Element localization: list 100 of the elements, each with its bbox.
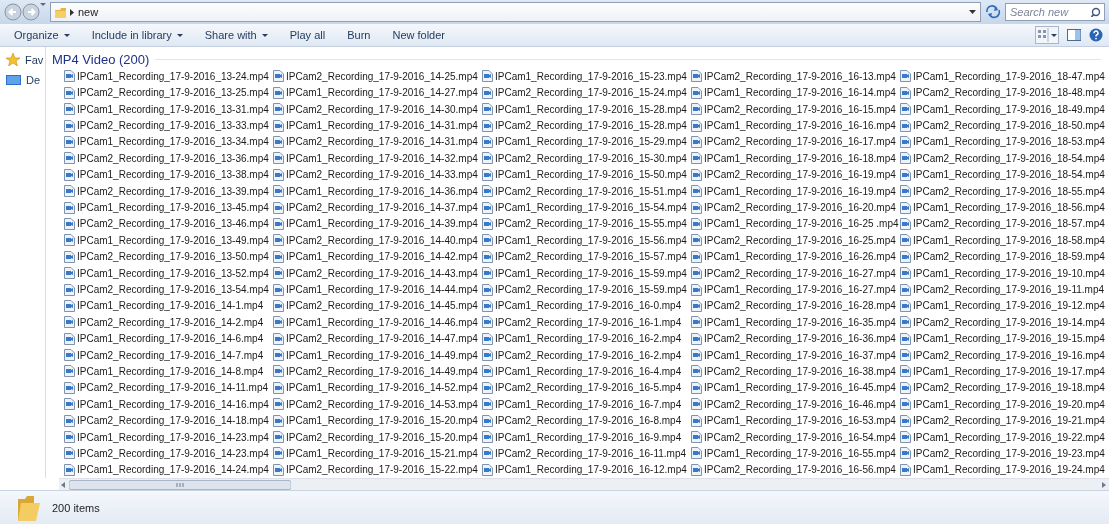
preview-pane-icon[interactable] — [1067, 29, 1081, 41]
file-name[interactable]: IPCam1_Recording_17-9-2016_16-37.mp4 — [704, 349, 896, 361]
toolbar-button[interactable]: Include in library — [83, 27, 191, 43]
file-name[interactable]: IPCam2_Recording_17-9-2016_15-51.mp4 — [495, 185, 687, 197]
file-name[interactable]: IPCam2_Recording_17-9-2016_14-37.mp4 — [286, 202, 478, 214]
file-name[interactable]: IPCam1_Recording_17-9-2016_19-10.mp4 — [913, 267, 1105, 279]
file-name[interactable]: IPCam1_Recording_17-9-2016_14-24.mp4 — [77, 464, 269, 476]
scrollbar-thumb[interactable] — [69, 479, 291, 490]
forward-button[interactable] — [22, 3, 40, 21]
group-header[interactable]: MP4 Video (200) — [52, 52, 150, 68]
search-icon[interactable] — [1091, 7, 1101, 17]
file-name[interactable]: IPCam1_Recording_17-9-2016_14-6.mp4 — [77, 333, 264, 345]
file-name[interactable]: IPCam1_Recording_17-9-2016_19-20.mp4 — [913, 398, 1105, 410]
help-icon[interactable] — [1089, 28, 1103, 42]
file-name[interactable]: IPCam1_Recording_17-9-2016_15-29.mp4 — [495, 136, 687, 148]
file-name[interactable]: IPCam2_Recording_17-9-2016_16-15.mp4 — [704, 103, 896, 115]
file-name[interactable]: IPCam1_Recording_17-9-2016_14-46.mp4 — [286, 316, 478, 328]
file-name[interactable]: IPCam1_Recording_17-9-2016_19-22.mp4 — [913, 431, 1105, 443]
file-name[interactable]: IPCam1_Recording_17-9-2016_16-25 .mp4 — [704, 218, 899, 230]
file-name[interactable]: IPCam1_Recording_17-9-2016_16-19.mp4 — [704, 185, 896, 197]
file-name[interactable]: IPCam2_Recording_17-9-2016_15-28.mp4 — [495, 120, 687, 132]
file-name[interactable]: IPCam1_Recording_17-9-2016_14-32.mp4 — [286, 152, 478, 164]
file-name[interactable]: IPCam2_Recording_17-9-2016_16-28.mp4 — [704, 300, 896, 312]
toolbar-button[interactable]: New folder — [384, 27, 453, 43]
file-name[interactable]: IPCam1_Recording_17-9-2016_14-16.mp4 — [77, 398, 269, 410]
file-name[interactable]: IPCam1_Recording_17-9-2016_14-36.mp4 — [286, 185, 478, 197]
file-name[interactable]: IPCam1_Recording_17-9-2016_13-34.mp4 — [77, 136, 269, 148]
file-name[interactable]: IPCam2_Recording_17-9-2016_16-20.mp4 — [704, 202, 896, 214]
file-name[interactable]: IPCam2_Recording_17-9-2016_18-50.mp4 — [913, 120, 1105, 132]
file-name[interactable]: IPCam2_Recording_17-9-2016_19-21.mp4 — [913, 415, 1105, 427]
file-name[interactable]: IPCam1_Recording_17-9-2016_14-23.mp4 — [77, 431, 269, 443]
file-name[interactable]: IPCam2_Recording_17-9-2016_16-19.mp4 — [704, 169, 896, 181]
file-name[interactable]: IPCam2_Recording_17-9-2016_14-2.mp4 — [77, 316, 264, 328]
file-name[interactable]: IPCam2_Recording_17-9-2016_15-59.mp4 — [495, 284, 687, 295]
file-name[interactable]: IPCam2_Recording_17-9-2016_16-1.mp4 — [495, 316, 682, 328]
file-name[interactable]: IPCam1_Recording_17-9-2016_15-56.mp4 — [495, 234, 687, 246]
toolbar-button[interactable]: Burn — [339, 27, 379, 43]
file-name[interactable]: IPCam1_Recording_17-9-2016_15-54.mp4 — [495, 202, 687, 214]
recent-pages-caret-icon[interactable] — [40, 3, 46, 6]
file-name[interactable]: IPCam1_Recording_17-9-2016_14-1.mp4 — [77, 300, 264, 312]
file-name[interactable]: IPCam2_Recording_17-9-2016_19-16.mp4 — [913, 349, 1105, 361]
file-name[interactable]: IPCam2_Recording_17-9-2016_15-24.mp4 — [495, 87, 687, 99]
search-field[interactable]: Search new — [1005, 3, 1105, 21]
file-name[interactable]: IPCam1_Recording_17-9-2016_13-31.mp4 — [77, 103, 269, 115]
file-name[interactable]: IPCam1_Recording_17-9-2016_16-27.mp4 — [704, 284, 896, 295]
file-name[interactable]: IPCam2_Recording_17-9-2016_16-2.mp4 — [495, 349, 682, 361]
file-name[interactable]: IPCam2_Recording_17-9-2016_14-33.mp4 — [286, 169, 478, 181]
navigation-item[interactable]: Fav — [25, 53, 44, 66]
file-name[interactable]: IPCam1_Recording_17-9-2016_13-52.mp4 — [77, 267, 269, 279]
file-name[interactable]: IPCam2_Recording_17-9-2016_16-46.mp4 — [704, 398, 896, 410]
file-name[interactable]: IPCam2_Recording_17-9-2016_16-25.mp4 — [704, 234, 896, 246]
refresh-icon[interactable] — [985, 4, 1001, 20]
file-name[interactable]: IPCam2_Recording_17-9-2016_14-25.mp4 — [286, 70, 478, 82]
file-name[interactable]: IPCam1_Recording_17-9-2016_18-53.mp4 — [913, 136, 1105, 148]
file-name[interactable]: IPCam1_Recording_17-9-2016_16-4.mp4 — [495, 365, 682, 377]
file-name[interactable]: IPCam1_Recording_17-9-2016_16-2.mp4 — [495, 333, 682, 345]
view-options-button[interactable] — [1035, 26, 1059, 44]
file-name[interactable]: IPCam2_Recording_17-9-2016_14-7.mp4 — [77, 349, 264, 361]
file-name[interactable]: IPCam1_Recording_17-9-2016_18-47.mp4 — [913, 70, 1105, 82]
file-name[interactable]: IPCam1_Recording_17-9-2016_16-0.mp4 — [495, 300, 682, 312]
file-name[interactable]: IPCam1_Recording_17-9-2016_19-17.mp4 — [913, 365, 1105, 377]
file-name[interactable]: IPCam2_Recording_17-9-2016_13-50.mp4 — [77, 251, 269, 263]
file-name[interactable]: IPCam2_Recording_17-9-2016_13-33.mp4 — [77, 120, 269, 132]
file-name[interactable]: IPCam1_Recording_17-9-2016_14-39.mp4 — [286, 218, 478, 230]
back-button[interactable] — [4, 3, 22, 21]
file-name[interactable]: IPCam1_Recording_17-9-2016_16-53.mp4 — [704, 415, 896, 427]
file-name[interactable]: IPCam1_Recording_17-9-2016_18-56.mp4 — [913, 202, 1105, 214]
file-name[interactable]: IPCam2_Recording_17-9-2016_14-18.mp4 — [77, 415, 269, 427]
file-name[interactable]: IPCam2_Recording_17-9-2016_14-11.mp4 — [77, 382, 269, 394]
file-name[interactable]: IPCam1_Recording_17-9-2016_14-31.mp4 — [286, 120, 478, 132]
navigation-item[interactable]: De — [26, 74, 41, 86]
file-name[interactable]: IPCam1_Recording_17-9-2016_16-9.mp4 — [495, 431, 682, 443]
file-name[interactable]: IPCam2_Recording_17-9-2016_19-23.mp4 — [913, 447, 1105, 459]
file-name[interactable]: IPCam2_Recording_17-9-2016_15-22.mp4 — [286, 464, 478, 476]
file-name[interactable]: IPCam2_Recording_17-9-2016_18-57.mp4 — [913, 218, 1105, 230]
file-name[interactable]: IPCam2_Recording_17-9-2016_18-54.mp4 — [913, 152, 1105, 164]
file-name[interactable]: IPCam1_Recording_17-9-2016_18-54.mp4 — [913, 169, 1105, 181]
file-name[interactable]: IPCam1_Recording_17-9-2016_18-58.mp4 — [913, 234, 1105, 246]
file-name[interactable]: IPCam2_Recording_17-9-2016_16-27.mp4 — [704, 267, 896, 279]
file-name[interactable]: IPCam1_Recording_17-9-2016_14-8.mp4 — [77, 365, 264, 377]
file-name[interactable]: IPCam1_Recording_17-9-2016_16-18.mp4 — [704, 152, 896, 164]
file-name[interactable]: IPCam1_Recording_17-9-2016_16-12.mp4 — [495, 464, 687, 476]
file-name[interactable]: IPCam2_Recording_17-9-2016_15-20.mp4 — [286, 431, 478, 443]
file-name[interactable]: IPCam2_Recording_17-9-2016_14-23.mp4 — [77, 447, 269, 459]
file-name[interactable]: IPCam1_Recording_17-9-2016_13-38.mp4 — [77, 169, 269, 181]
file-name[interactable]: IPCam1_Recording_17-9-2016_15-20.mp4 — [286, 415, 478, 427]
file-name[interactable]: IPCam1_Recording_17-9-2016_16-35.mp4 — [704, 316, 896, 328]
file-name[interactable]: IPCam2_Recording_17-9-2016_15-55.mp4 — [495, 218, 687, 230]
file-name[interactable]: IPCam1_Recording_17-9-2016_15-23.mp4 — [495, 70, 687, 82]
file-name[interactable]: IPCam2_Recording_17-9-2016_16-11.mp4 — [495, 447, 687, 459]
file-name[interactable]: IPCam1_Recording_17-9-2016_19-12.mp4 — [913, 300, 1105, 312]
file-name[interactable]: IPCam2_Recording_17-9-2016_18-55.mp4 — [913, 185, 1105, 197]
file-name[interactable]: IPCam2_Recording_17-9-2016_13-36.mp4 — [77, 152, 269, 164]
file-name[interactable]: IPCam2_Recording_17-9-2016_14-53.mp4 — [286, 398, 478, 410]
file-name[interactable]: IPCam1_Recording_17-9-2016_14-49.mp4 — [286, 349, 478, 361]
file-name[interactable]: IPCam1_Recording_17-9-2016_14-42.mp4 — [286, 251, 478, 263]
file-name[interactable]: IPCam2_Recording_17-9-2016_13-39.mp4 — [77, 185, 269, 197]
breadcrumb-item[interactable]: new — [78, 6, 99, 18]
file-name[interactable]: IPCam2_Recording_17-9-2016_18-59.mp4 — [913, 251, 1105, 263]
file-name[interactable]: IPCam1_Recording_17-9-2016_16-55.mp4 — [704, 447, 896, 459]
